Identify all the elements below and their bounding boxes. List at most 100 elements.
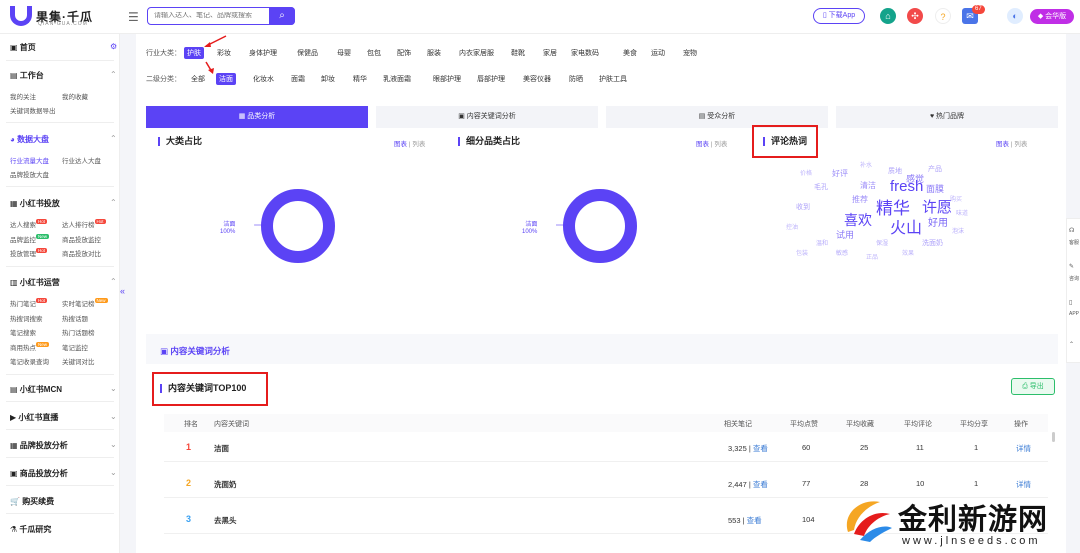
sidebar-item-brand-analysis[interactable]: ▦ 品牌投放分析 ⌄	[10, 440, 117, 451]
industry-item[interactable]: 服装	[424, 47, 444, 59]
industry-item[interactable]: 宠物	[680, 47, 700, 59]
chart-toggle[interactable]: 图表 | 列表	[696, 138, 727, 148]
subcategory-item[interactable]: 面霜	[288, 73, 308, 85]
avatar[interactable]: ◐	[1007, 8, 1023, 24]
chart-toggle[interactable]: 图表 | 列表	[996, 138, 1027, 148]
sidebar-link-realtime-notes[interactable]: 实时笔记榜New	[62, 298, 108, 308]
tab-keyword-analysis[interactable]: ▣ 内容关键词分析	[376, 106, 598, 128]
sidebar-item-xhs-invest[interactable]: ▦ 小红书投放 ⌃	[10, 198, 117, 209]
industry-item[interactable]: 运动	[648, 47, 668, 59]
sidebar-item-purchase[interactable]: 🛒 购买续费	[10, 496, 54, 507]
industry-item[interactable]: 家居	[540, 47, 560, 59]
sidebar-item-data-market[interactable]: ◕ 数据大盘 ⌃	[10, 134, 117, 145]
tab-hot-brands[interactable]: ♥ 热门品牌	[836, 106, 1058, 128]
keyword-cell[interactable]: 洁面	[214, 443, 229, 454]
consult-icon[interactable]: ✎	[1069, 263, 1074, 270]
toggle-list[interactable]: 列表	[412, 141, 425, 148]
industry-item[interactable]: 保健品	[294, 47, 321, 59]
sidebar-link-trending[interactable]: 商用热点New	[10, 342, 50, 352]
sidebar-link-brand-invest[interactable]: 品牌投放大盘	[10, 169, 49, 179]
sidebar-item-xhs-live[interactable]: ▶ 小红书直播 ⌄	[10, 412, 117, 423]
apps-icon[interactable]: ✣	[907, 8, 923, 24]
sidebar-link-hot-notes[interactable]: 热门笔记Hot	[10, 298, 48, 308]
sidebar-link-keyword-export[interactable]: 关键词数据导出	[10, 105, 56, 115]
subcategory-item[interactable]: 防晒	[566, 73, 586, 85]
back-to-top-icon[interactable]: ⌃	[1069, 341, 1074, 348]
service-icon[interactable]: ☊	[1069, 227, 1074, 234]
help-icon[interactable]: ?	[935, 8, 951, 24]
toggle-chart[interactable]: 图表	[696, 141, 709, 148]
view-link[interactable]: 查看	[747, 516, 762, 525]
industry-item[interactable]: 配饰	[394, 47, 414, 59]
watermark: 金利新游网 www.jlnseeds.com	[836, 490, 1080, 553]
subcategory-item[interactable]: 美容仪器	[520, 73, 554, 85]
subcategory-item[interactable]: 眼部护理	[430, 73, 464, 85]
gift-icon[interactable]: ⌂	[880, 8, 896, 24]
view-link[interactable]: 查看	[753, 480, 768, 489]
sidebar-item-research[interactable]: ⚗ 千瓜研究	[10, 524, 51, 535]
sidebar-link-brand-monitor[interactable]: 品牌监控New	[10, 234, 50, 244]
sidebar-link-my-follow[interactable]: 我的关注	[10, 91, 36, 101]
sidebar-link-product-compare[interactable]: 商品投放对比	[62, 248, 101, 258]
search-button[interactable]: ⌕	[269, 7, 295, 25]
sidebar-link-kol-rank[interactable]: 达人排行榜Hot	[62, 219, 106, 229]
sidebar-link-hot-topics[interactable]: 热搜话题	[62, 313, 88, 323]
subcategory-item[interactable]: 精华	[350, 73, 370, 85]
sidebar-item-xhs-ops[interactable]: ▥ 小红书运营 ⌃	[10, 277, 117, 288]
sidebar-link-product-monitor[interactable]: 商品投放监控	[62, 234, 101, 244]
vip-button[interactable]: ◆ 会华版	[1030, 9, 1074, 24]
sidebar-link-industry-traffic[interactable]: 行业流量大盘	[10, 155, 49, 165]
keyword-cell[interactable]: 洗面奶	[214, 479, 237, 490]
industry-item[interactable]: 身体护理	[246, 47, 280, 59]
industry-item[interactable]: 内衣家居服	[456, 47, 497, 59]
subcategory-item[interactable]: 卸妆	[318, 73, 338, 85]
toggle-list[interactable]: 列表	[714, 141, 727, 148]
detail-link[interactable]: 详情	[1016, 479, 1031, 490]
sidebar-link-keyword-compare[interactable]: 关键词对比	[62, 356, 95, 366]
detail-link[interactable]: 详情	[1016, 443, 1031, 454]
sidebar-item-xhs-mcn[interactable]: ▤ 小红书MCN ⌄	[10, 384, 117, 395]
sidebar-link-hot-rank[interactable]: 热门话题榜	[62, 327, 95, 337]
subcategory-item[interactable]: 化妆水	[250, 73, 277, 85]
industry-item[interactable]: 家电数码	[568, 47, 602, 59]
toggle-list[interactable]: 列表	[1014, 141, 1027, 148]
sidebar-link-kol-search[interactable]: 达人搜索Hot	[10, 219, 48, 229]
sidebar-link-note-search[interactable]: 笔记搜索	[10, 327, 36, 337]
sidebar-item-product-analysis[interactable]: ▣ 商品投放分析 ⌄	[10, 468, 117, 479]
keyword-cell[interactable]: 去黑头	[214, 515, 237, 526]
collapse-sidebar-icon[interactable]: «	[120, 286, 125, 296]
view-link[interactable]: 查看	[753, 444, 768, 453]
subcategory-item[interactable]: 护肤工具	[596, 73, 630, 85]
menu-toggle-icon[interactable]: ☰	[128, 10, 139, 24]
industry-item[interactable]: 鞋靴	[508, 47, 528, 59]
consult-label[interactable]: 咨询	[1069, 275, 1079, 282]
export-button[interactable]: ⎙ 导出	[1011, 378, 1055, 395]
logo[interactable]: 果集·千瓜 QIAN-GUA.COM	[10, 6, 93, 27]
donut-name: 洁面	[223, 222, 236, 228]
tab-category-analysis[interactable]: ▦ 品类分析	[146, 106, 368, 128]
right-float-bar: ☊ 客服 ✎ 咨询 ▯ APP ⌃	[1066, 218, 1080, 363]
service-label[interactable]: 客服	[1069, 239, 1079, 246]
toggle-chart[interactable]: 图表	[394, 141, 407, 148]
sidebar-link-invest-manage[interactable]: 投放管理Hot	[10, 248, 48, 258]
sidebar-link-note-monitor[interactable]: 笔记监控	[62, 342, 88, 352]
sidebar-item-home[interactable]: ▣ 首页 ⚙	[10, 42, 117, 53]
sidebar-link-industry-kol[interactable]: 行业达人大盘	[62, 155, 101, 165]
toggle-chart[interactable]: 图表	[996, 141, 1009, 148]
app-label[interactable]: APP	[1069, 311, 1079, 317]
subcategory-item[interactable]: 乳液面霜	[380, 73, 414, 85]
subcategory-item[interactable]: 唇部护理	[474, 73, 508, 85]
sidebar-link-my-collect[interactable]: 我的收藏	[62, 91, 88, 101]
industry-item[interactable]: 母婴	[334, 47, 354, 59]
app-icon[interactable]: ▯	[1069, 299, 1072, 306]
settings-icon[interactable]: ⚙	[110, 42, 117, 51]
table-scrollbar[interactable]	[1052, 432, 1055, 442]
sidebar-link-note-query[interactable]: 笔记收录查询	[10, 356, 49, 366]
industry-item[interactable]: 美食	[620, 47, 640, 59]
download-app-button[interactable]: ▯ 下载App	[813, 8, 865, 24]
industry-item[interactable]: 包包	[364, 47, 384, 59]
sidebar-link-hot-search[interactable]: 热搜词搜索	[10, 313, 43, 323]
search-input[interactable]	[154, 12, 264, 19]
chart-toggle[interactable]: 图表 | 列表	[394, 138, 425, 148]
sidebar-item-workbench[interactable]: ▤ 工作台 ⌃	[10, 70, 117, 81]
